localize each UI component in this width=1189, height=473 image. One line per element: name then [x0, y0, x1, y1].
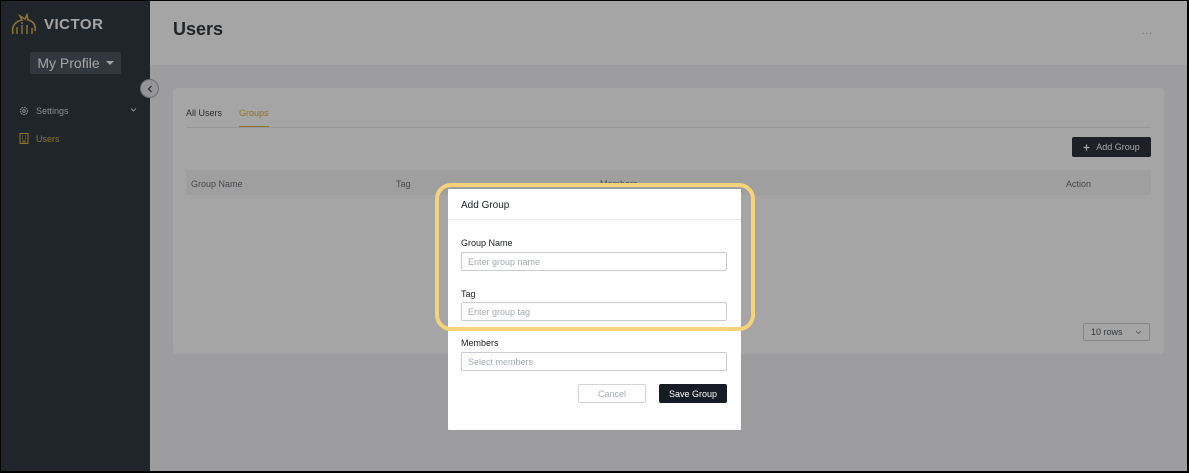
members-select[interactable]	[461, 352, 727, 371]
dialog-title: Add Group	[461, 200, 510, 211]
group-name-label: Group Name	[461, 238, 513, 248]
save-group-button[interactable]: Save Group	[659, 384, 727, 403]
tag-label: Tag	[461, 289, 476, 299]
cancel-button[interactable]: Cancel	[578, 384, 646, 403]
members-label: Members	[461, 338, 499, 348]
add-group-dialog: Add Group Group Name Tag Members Cancel …	[448, 189, 741, 430]
group-name-input[interactable]	[461, 252, 727, 271]
app-window: VICTOR My Profile Settings Users Users .…	[1, 1, 1187, 471]
tag-input[interactable]	[461, 302, 727, 321]
dialog-divider	[448, 219, 741, 220]
